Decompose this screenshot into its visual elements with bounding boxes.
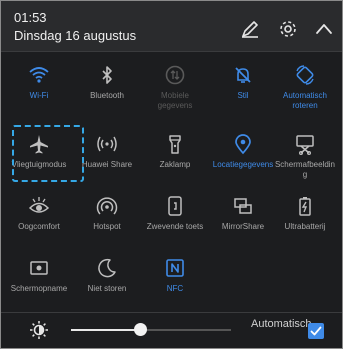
- eye-icon: [28, 195, 50, 217]
- tile-floating-button[interactable]: Zwevende toets: [144, 193, 206, 253]
- tile-label: Vliegtuigmodus: [11, 160, 67, 169]
- tile-airplane-mode[interactable]: Vliegtuigmodus: [8, 131, 70, 191]
- tile-wifi[interactable]: Wi-Fi: [8, 62, 70, 122]
- header-divider: [1, 51, 342, 52]
- hotspot-icon: [96, 195, 118, 217]
- auto-brightness-checkbox[interactable]: [308, 323, 324, 339]
- tile-eye-comfort[interactable]: Oogcomfort: [8, 193, 70, 253]
- floating-button-icon: [164, 195, 186, 217]
- brightness-slider[interactable]: [71, 323, 231, 336]
- tile-label: Huawei Share: [81, 160, 133, 169]
- tile-label: Ultrabatterij: [284, 222, 326, 231]
- brightness-icon: [29, 320, 49, 340]
- tile-label: Zaklamp: [159, 160, 191, 169]
- date-text: Dinsdag 16 augustus: [14, 28, 137, 43]
- pencil-icon: [239, 18, 261, 40]
- settings-button[interactable]: [277, 18, 299, 40]
- battery-icon: [294, 195, 316, 217]
- checkmark-icon: [308, 323, 324, 339]
- tile-location[interactable]: Locatiegegevens: [212, 131, 274, 191]
- tile-auto-rotate[interactable]: Automatisch roteren: [274, 62, 336, 122]
- tile-label: Oogcomfort: [18, 222, 60, 231]
- tile-label: Wi-Fi: [29, 91, 49, 100]
- tile-nfc[interactable]: NFC: [144, 255, 206, 315]
- tile-label: Stil: [237, 91, 249, 100]
- tile-label: Schermafbeelding: [274, 160, 336, 179]
- moon-icon: [96, 257, 118, 279]
- nfc-icon: [164, 257, 186, 279]
- screen-record-icon: [28, 257, 50, 279]
- tile-ultra-battery[interactable]: Ultrabatterij: [274, 193, 336, 253]
- edit-button[interactable]: [239, 18, 261, 40]
- status-header: 01:53 Dinsdag 16 augustus: [1, 1, 342, 51]
- tile-huawei-share[interactable]: Huawei Share: [76, 131, 138, 191]
- mobile-data-icon: [164, 64, 186, 86]
- tile-label: Zwevende toets: [146, 222, 204, 231]
- tile-bluetooth[interactable]: Bluetooth: [76, 62, 138, 122]
- wifi-icon: [28, 64, 50, 86]
- tile-mobile-data[interactable]: Mobiele gegevens: [144, 62, 206, 122]
- airplane-icon: [28, 133, 50, 155]
- tile-screen-record[interactable]: Schermopname: [8, 255, 70, 315]
- tile-label: Locatiegegevens: [212, 160, 274, 169]
- tile-label: Automatisch roteren: [282, 91, 328, 110]
- brightness-slider-fill: [71, 329, 140, 331]
- clock-time: 01:53: [14, 10, 47, 25]
- tile-hotspot[interactable]: Hotspot: [76, 193, 138, 253]
- brightness-divider: [1, 312, 342, 313]
- location-icon: [232, 133, 254, 155]
- auto-rotate-icon: [294, 64, 316, 86]
- tile-label: NFC: [166, 284, 184, 293]
- chevron-up-icon: [313, 18, 335, 40]
- bluetooth-icon: [96, 64, 118, 86]
- tile-label: Mobiele gegevens: [157, 91, 193, 110]
- tile-label: Hotspot: [93, 222, 121, 231]
- collapse-button[interactable]: [313, 18, 335, 40]
- brightness-slider-thumb[interactable]: [133, 323, 147, 336]
- mute-icon: [232, 64, 254, 86]
- tile-screenshot[interactable]: Schermafbeelding: [274, 131, 336, 191]
- tile-flashlight[interactable]: Zaklamp: [144, 131, 206, 191]
- quick-settings-panel: 01:53 Dinsdag 16 augustus Wi-Fi Bluetoot…: [0, 0, 343, 349]
- flashlight-icon: [164, 133, 186, 155]
- tile-label: Schermopname: [10, 284, 68, 293]
- tile-label: Niet storen: [87, 284, 127, 293]
- tile-do-not-disturb[interactable]: Niet storen: [76, 255, 138, 315]
- tile-mirrorshare[interactable]: MirrorShare: [212, 193, 274, 253]
- gear-icon: [277, 18, 299, 40]
- tile-silent[interactable]: Stil: [212, 62, 274, 122]
- huawei-share-icon: [96, 133, 118, 155]
- auto-brightness-label: Automatisch: [251, 318, 312, 330]
- screenshot-icon: [294, 133, 316, 155]
- tile-label: MirrorShare: [221, 222, 265, 231]
- mirrorshare-icon: [232, 195, 254, 217]
- tile-label: Bluetooth: [90, 91, 124, 100]
